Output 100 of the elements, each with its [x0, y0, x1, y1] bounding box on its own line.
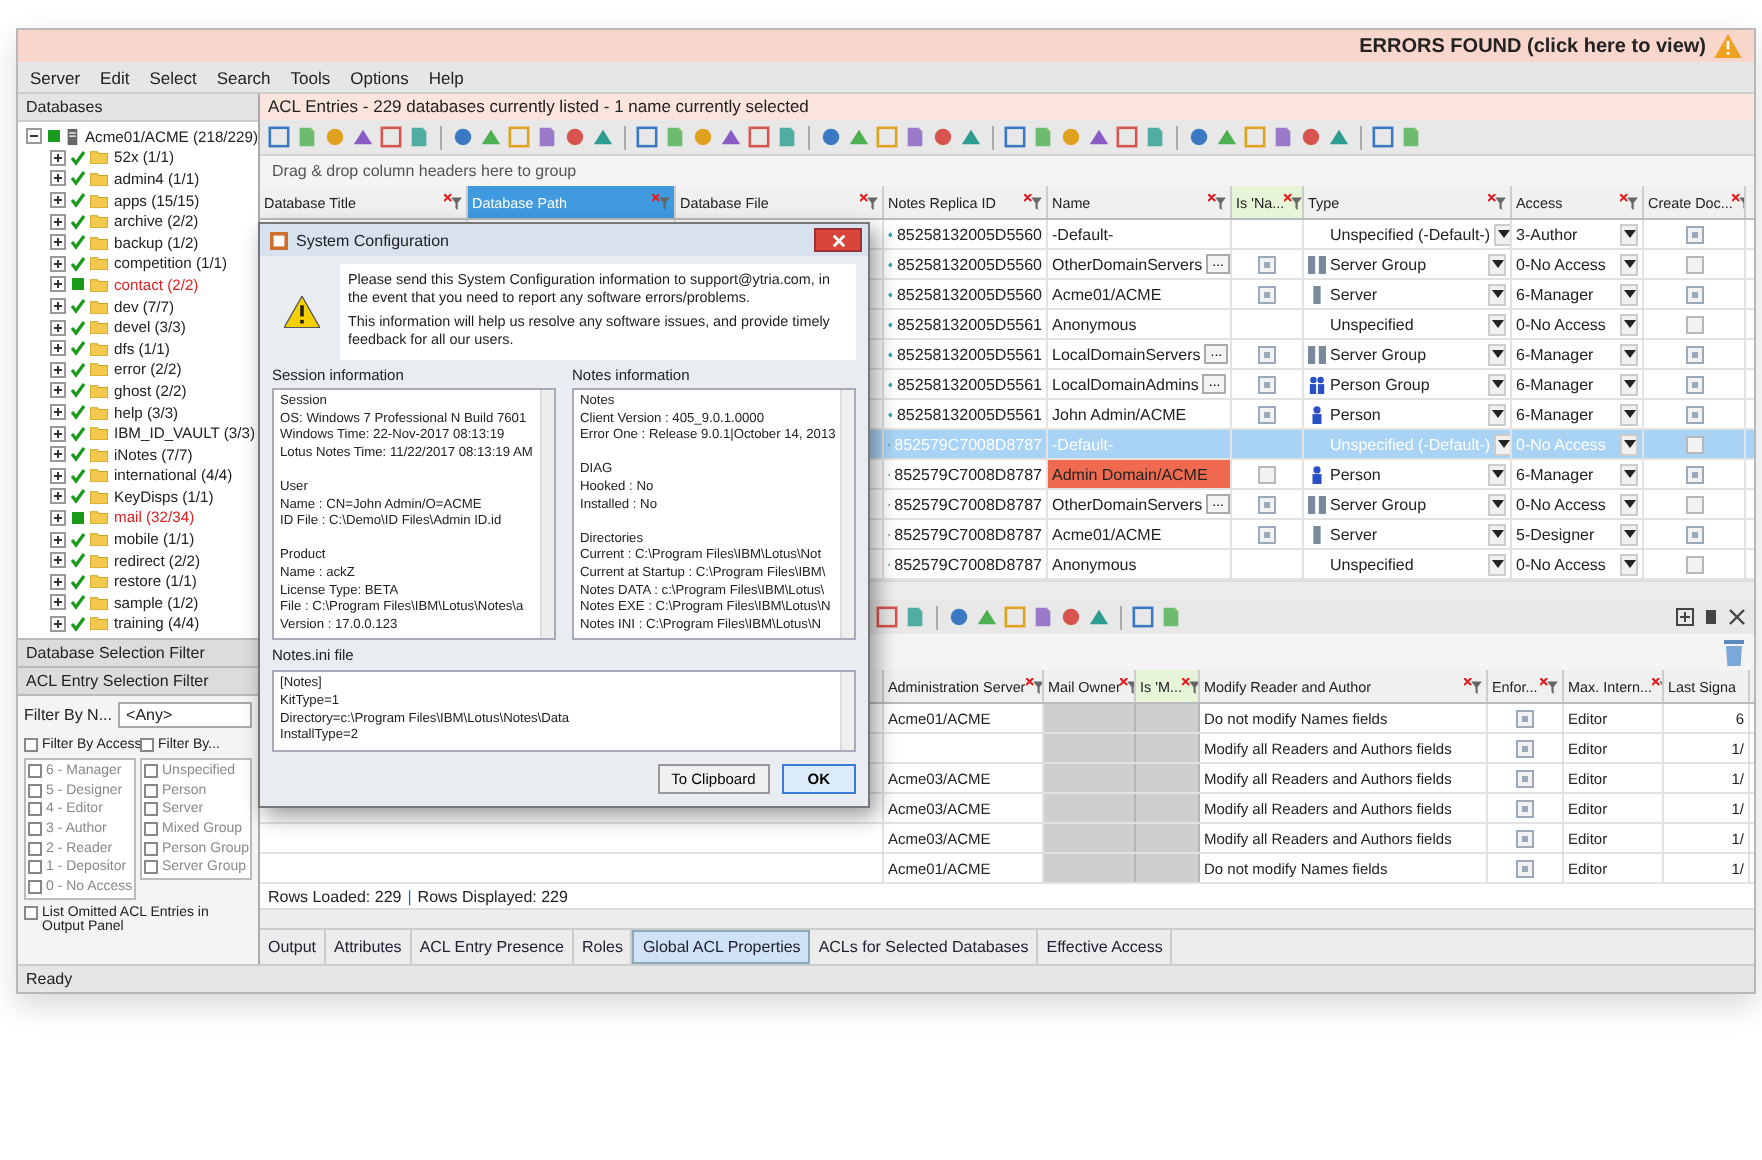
filter-icon[interactable]: [1025, 678, 1042, 694]
toolbar-icon[interactable]: [692, 126, 714, 148]
dropdown-button[interactable]: [1620, 343, 1638, 365]
info-text-area[interactable]: [272, 388, 556, 641]
checkbox[interactable]: [1258, 345, 1276, 363]
checkbox[interactable]: [70, 594, 86, 611]
dropdown-button[interactable]: [1494, 223, 1510, 245]
toolbar-icon[interactable]: [1244, 126, 1266, 148]
checkbox[interactable]: [1685, 285, 1703, 303]
filter-icon[interactable]: [444, 194, 462, 210]
expand-icon[interactable]: [50, 467, 66, 484]
toolbar-icon[interactable]: [776, 126, 798, 148]
checkbox[interactable]: [1685, 495, 1703, 513]
expand-icon[interactable]: [50, 361, 66, 378]
toolbar-icon[interactable]: [1032, 606, 1054, 628]
dropdown-button[interactable]: [1620, 223, 1638, 245]
toolbar-icon[interactable]: [904, 126, 926, 148]
checkbox[interactable]: [1685, 465, 1703, 483]
expand-icon[interactable]: [50, 382, 66, 399]
dropdown-button[interactable]: [1620, 523, 1638, 545]
checkbox[interactable]: [70, 531, 86, 548]
expand-icon[interactable]: [50, 531, 66, 548]
toolbar-icon[interactable]: [1216, 126, 1238, 148]
toolbar-icon[interactable]: [848, 126, 870, 148]
checkbox[interactable]: [48, 130, 60, 143]
expand-icon[interactable]: [50, 149, 66, 166]
toolbar-icon[interactable]: [664, 126, 686, 148]
toolbar-icon[interactable]: [1272, 126, 1294, 148]
checkbox[interactable]: [70, 340, 86, 357]
expand-icon[interactable]: [50, 594, 66, 611]
expand-icon[interactable]: [50, 276, 66, 293]
expand-icon[interactable]: [50, 404, 66, 421]
toolbar-icon[interactable]: [380, 126, 402, 148]
dropdown-button[interactable]: [1488, 313, 1506, 335]
expand-icon[interactable]: [50, 425, 66, 442]
expand-icon[interactable]: [50, 509, 66, 526]
checkbox[interactable]: [1516, 769, 1534, 787]
filter-icon[interactable]: [1488, 194, 1506, 210]
checkbox[interactable]: [1516, 739, 1534, 757]
menu-item[interactable]: Edit: [100, 67, 130, 87]
dropdown-button[interactable]: [1488, 373, 1506, 395]
toolbar-icon[interactable]: [296, 126, 318, 148]
dropdown-button[interactable]: [1488, 403, 1506, 425]
checkbox[interactable]: [1516, 829, 1534, 847]
toolbar-icon[interactable]: [1088, 606, 1110, 628]
expand-icon[interactable]: [50, 234, 66, 251]
checkbox[interactable]: [1685, 525, 1703, 543]
checkbox[interactable]: [70, 361, 86, 378]
expand-icon[interactable]: [50, 340, 66, 357]
checkbox[interactable]: [70, 573, 86, 590]
menu-item[interactable]: Search: [216, 67, 271, 87]
checkbox[interactable]: [28, 821, 42, 836]
dropdown-button[interactable]: [1494, 433, 1510, 455]
dropdown-button[interactable]: [1620, 463, 1638, 485]
toolbar-icon[interactable]: [1032, 126, 1054, 148]
checkbox[interactable]: [70, 170, 86, 187]
section-header[interactable]: Database Selection Filter: [18, 640, 258, 669]
close-icon[interactable]: [1728, 608, 1746, 626]
checkbox[interactable]: [1685, 555, 1703, 573]
filter-icon[interactable]: [1284, 194, 1302, 210]
checkbox[interactable]: [1685, 375, 1703, 393]
toolbar-icon[interactable]: [1004, 126, 1026, 148]
dropdown-button[interactable]: [1488, 493, 1506, 515]
toolbar-icon[interactable]: [1328, 126, 1350, 148]
checkbox[interactable]: [28, 802, 42, 817]
toolbar-icon[interactable]: [1088, 126, 1110, 148]
info-text-area[interactable]: [572, 388, 856, 641]
checkbox[interactable]: [70, 149, 86, 166]
checkbox[interactable]: [28, 860, 42, 875]
dropdown-button[interactable]: [1620, 433, 1638, 455]
dropdown-button[interactable]: [1620, 553, 1638, 575]
dropdown-button[interactable]: [1620, 403, 1638, 425]
checkbox[interactable]: [70, 382, 86, 399]
section-header[interactable]: ACL Entry Selection Filter: [18, 668, 258, 697]
checkbox[interactable]: [70, 319, 86, 336]
toolbar-icon[interactable]: [1132, 606, 1154, 628]
checkbox[interactable]: [1258, 285, 1276, 303]
filter-icon[interactable]: [1540, 678, 1558, 694]
filter-icon[interactable]: [1208, 194, 1226, 210]
checkbox[interactable]: [70, 615, 86, 632]
filter-icon[interactable]: [1181, 678, 1198, 694]
errors-link[interactable]: ERRORS FOUND (click here to view): [1359, 35, 1706, 57]
checkbox[interactable]: [70, 255, 86, 272]
minimize-icon[interactable]: [1702, 608, 1720, 626]
toolbar-icon[interactable]: [904, 606, 926, 628]
toolbar-icon[interactable]: [1116, 126, 1138, 148]
checkbox[interactable]: [70, 488, 86, 505]
checkbox[interactable]: [70, 234, 86, 251]
expand-icon[interactable]: [50, 488, 66, 505]
checkbox[interactable]: [144, 802, 158, 817]
dropdown-button[interactable]: [1620, 493, 1638, 515]
checkbox[interactable]: [72, 511, 84, 524]
checkbox[interactable]: [70, 213, 86, 230]
checkbox[interactable]: [72, 278, 84, 291]
expand-icon[interactable]: [50, 615, 66, 632]
toolbar-icon[interactable]: [536, 126, 558, 148]
checkbox[interactable]: [70, 192, 86, 209]
toolbar-icon[interactable]: [324, 126, 346, 148]
checkbox[interactable]: [1516, 799, 1534, 817]
dropdown-button[interactable]: [1488, 553, 1506, 575]
